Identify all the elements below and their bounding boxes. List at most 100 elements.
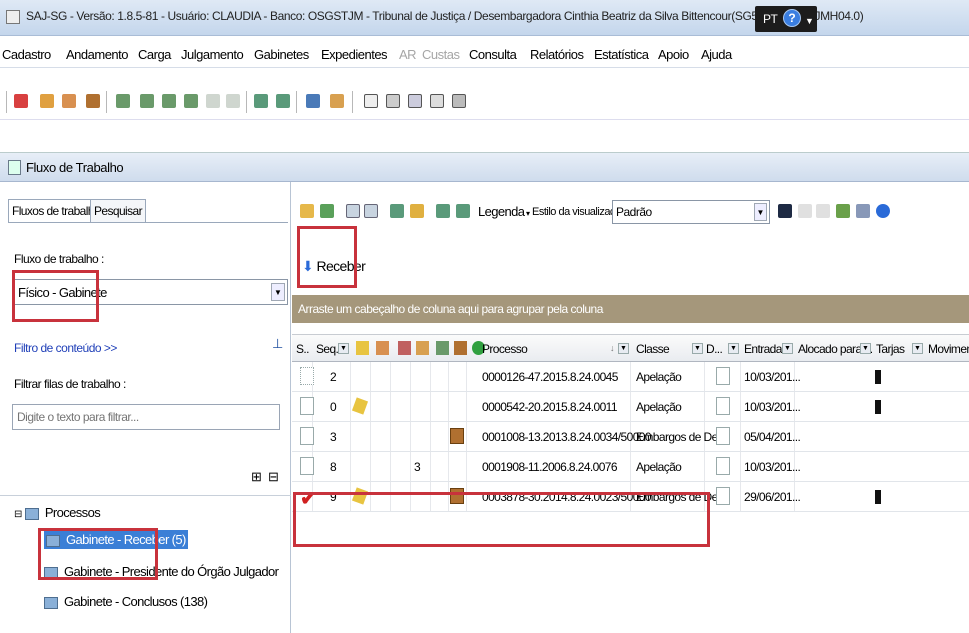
- col-filter-icon[interactable]: ▼: [782, 343, 793, 354]
- search-page-icon[interactable]: [408, 94, 422, 108]
- people-icon[interactable]: [86, 94, 100, 108]
- menu-relatorios[interactable]: Relatórios: [530, 47, 584, 62]
- chevron-down-icon[interactable]: ▼: [271, 283, 285, 301]
- tree-root[interactable]: ⊟ Processos: [14, 505, 101, 520]
- cell-d-checkbox[interactable]: [716, 457, 730, 475]
- document-icon[interactable]: [410, 204, 424, 218]
- close-icon[interactable]: [798, 204, 812, 218]
- col-filter-icon[interactable]: ▼: [860, 343, 871, 354]
- document-icon[interactable]: [162, 94, 176, 108]
- document-icon[interactable]: [430, 94, 444, 108]
- col-tarjas[interactable]: Tarjas: [876, 342, 905, 356]
- menu-apoio[interactable]: Apoio: [658, 47, 689, 62]
- save-icon[interactable]: [778, 204, 792, 218]
- menu-estatistica[interactable]: Estatística: [594, 47, 649, 62]
- table-row[interactable]: 3 0001008-13.2013.8.24.0034/50000 Embarg…: [292, 422, 969, 452]
- cell-d-checkbox[interactable]: [716, 367, 730, 385]
- arrow-right-icon[interactable]: [306, 94, 320, 108]
- tree-item-presidente[interactable]: Gabinete - Presidente do Órgão Julgador: [44, 564, 279, 579]
- menu-expedientes[interactable]: Expedientes: [321, 47, 388, 62]
- page-icon[interactable]: [364, 94, 378, 108]
- table-row[interactable]: 0 0000542-20.2015.8.24.0011 Apelação 10/…: [292, 392, 969, 422]
- document-icon[interactable]: [390, 204, 404, 218]
- menu-andamento[interactable]: Andamento: [66, 47, 129, 62]
- col-processo[interactable]: Processo: [482, 342, 528, 356]
- collapse-icon[interactable]: [364, 204, 378, 218]
- refresh-icon[interactable]: [320, 204, 334, 218]
- document-icon[interactable]: [276, 94, 290, 108]
- collapse-icon[interactable]: ⊟: [14, 509, 22, 520]
- col-d[interactable]: D...: [706, 342, 723, 356]
- col-filter-icon[interactable]: ▼: [338, 343, 349, 354]
- col-status[interactable]: S..: [296, 342, 309, 356]
- folder-icon: [44, 566, 58, 579]
- table-row[interactable]: 2 0000126-47.2015.8.24.0045 Apelação 10/…: [292, 362, 969, 392]
- chevron-down-icon[interactable]: ▼: [754, 203, 767, 221]
- menu-consulta[interactable]: Consulta: [469, 47, 517, 62]
- document-icon[interactable]: [116, 94, 130, 108]
- browser-icon[interactable]: [876, 204, 890, 218]
- users-icon[interactable]: [330, 94, 344, 108]
- edit-document-icon[interactable]: [452, 94, 466, 108]
- flag-icon[interactable]: [14, 94, 28, 108]
- col-filter-icon[interactable]: ▼: [728, 343, 739, 354]
- expand-icon[interactable]: [346, 204, 360, 218]
- col-movimento[interactable]: Movimento: [928, 342, 969, 356]
- cell-d-checkbox[interactable]: [716, 397, 730, 415]
- menu-carga[interactable]: Carga: [138, 47, 171, 62]
- menu-ajuda[interactable]: Ajuda: [701, 47, 732, 62]
- pen-icon[interactable]: [62, 94, 76, 108]
- receber-button[interactable]: ⬇ Receber: [302, 258, 366, 275]
- row-checkbox[interactable]: [300, 427, 314, 445]
- menu-julgamento[interactable]: Julgamento: [181, 47, 244, 62]
- col-classe[interactable]: Classe: [636, 342, 670, 356]
- search-document-icon[interactable]: [456, 204, 470, 218]
- expand-tree-icon[interactable]: ⊞: [251, 469, 262, 485]
- folder-open-icon[interactable]: [300, 204, 314, 218]
- estilo-select[interactable]: Padrão ▼: [612, 200, 770, 224]
- edit-icon[interactable]: [816, 204, 830, 218]
- row-checkbox[interactable]: [300, 367, 314, 385]
- col-filter-icon[interactable]: ▼: [912, 343, 923, 354]
- filter-field[interactable]: [12, 404, 280, 430]
- brush-icon[interactable]: ⊥: [272, 336, 283, 352]
- print-icon[interactable]: [856, 204, 870, 218]
- collapse-tree-icon[interactable]: ⊟: [268, 469, 279, 485]
- menu-ar[interactable]: AR: [399, 47, 417, 62]
- document-icon[interactable]: [254, 94, 268, 108]
- legenda-button[interactable]: Legenda ▾: [478, 204, 530, 219]
- document-icon[interactable]: [140, 94, 154, 108]
- receive-icon: ⬇: [302, 258, 314, 274]
- row-checkbox[interactable]: [300, 457, 314, 475]
- col-filter-icon[interactable]: ▼: [692, 343, 703, 354]
- document-icon[interactable]: [226, 94, 240, 108]
- folder-icon: [44, 596, 58, 609]
- group-by-bar[interactable]: Arraste um cabeçalho de coluna aqui para…: [292, 295, 969, 323]
- menu-cadastro[interactable]: Cadastro: [2, 47, 51, 62]
- pen-icon[interactable]: [40, 94, 54, 108]
- cell-d-checkbox[interactable]: [716, 427, 730, 445]
- row-checkbox[interactable]: [300, 397, 314, 415]
- cell-d-checkbox[interactable]: [716, 487, 730, 505]
- col-entrada[interactable]: Entrada: [744, 342, 782, 356]
- help-icon[interactable]: ?: [783, 9, 801, 27]
- tree-item-conclusos[interactable]: Gabinete - Conclusos (138): [44, 594, 208, 609]
- search-document-icon[interactable]: [184, 94, 198, 108]
- check-icon[interactable]: ✔: [300, 486, 317, 511]
- col-filter-icon[interactable]: ▼: [618, 343, 629, 354]
- tree-item-gabinete-receber[interactable]: Gabinete - Receber (5): [44, 530, 188, 549]
- table-row-selected[interactable]: ✔ 9 0003878-30.2014.8.24.0023/50000 Emba…: [292, 482, 969, 512]
- col-seq[interactable]: Seq.: [316, 342, 339, 356]
- filtro-conteudo-link[interactable]: Filtro de conteúdo >>: [14, 341, 117, 355]
- document-icon[interactable]: [206, 94, 220, 108]
- page-icon[interactable]: [386, 94, 400, 108]
- fluxo-select[interactable]: Físico - Gabinete ▼: [12, 279, 288, 305]
- menu-custas[interactable]: Custas: [422, 47, 460, 62]
- filter-input[interactable]: [13, 405, 279, 429]
- excel-icon[interactable]: [836, 204, 850, 218]
- document-icon[interactable]: [436, 204, 450, 218]
- tab-pesquisar[interactable]: Pesquisar: [90, 199, 146, 223]
- table-row[interactable]: 8 3 0001908-11.2006.8.24.0076 Apelação 1…: [292, 452, 969, 482]
- menu-gabinetes[interactable]: Gabinetes: [254, 47, 309, 62]
- language-indicator[interactable]: PT ? ▼: [755, 6, 817, 32]
